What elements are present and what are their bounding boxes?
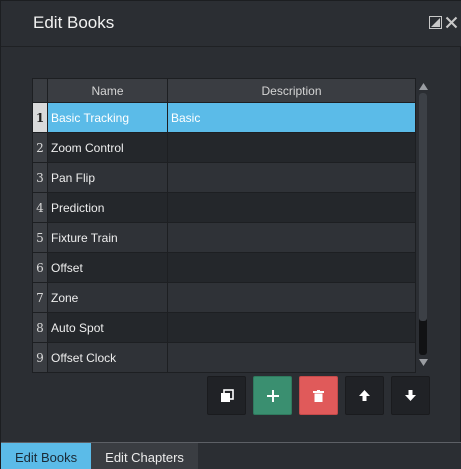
tab-edit-books[interactable]: Edit Books — [1, 443, 92, 469]
book-description-cell[interactable] — [167, 222, 416, 253]
row-index-cell[interactable]: 2 — [32, 132, 48, 163]
scrollbar-thumb[interactable] — [419, 93, 427, 321]
maximize-icon[interactable] — [429, 16, 442, 29]
book-name-cell[interactable]: Fixture Train — [47, 222, 168, 253]
table-row[interactable]: 4 Prediction — [32, 192, 416, 223]
books-table: Name Description 1 Basic Tracking Basic 2 Zo… — [32, 78, 416, 373]
tab-edit-chapters[interactable]: Edit Chapters — [91, 443, 198, 469]
books-toolbar — [207, 376, 430, 415]
plus-icon — [266, 389, 279, 402]
books-grid-panel: Name Description 1 Basic Tracking Basic 2 Zo… — [32, 78, 430, 373]
delete-book-button[interactable] — [299, 376, 338, 415]
edit-books-window: Edit Books Name Description 1 Basic Trac… — [0, 0, 461, 469]
row-index-cell[interactable]: 8 — [32, 312, 48, 343]
arrow-up-icon — [359, 390, 370, 401]
book-name-cell[interactable]: Basic Tracking — [47, 102, 168, 133]
add-book-button[interactable] — [253, 376, 292, 415]
vertical-scrollbar[interactable] — [416, 78, 430, 370]
table-row[interactable]: 9 Offset Clock — [32, 342, 416, 373]
copy-book-button[interactable] — [207, 376, 246, 415]
book-name-cell[interactable]: Auto Spot — [47, 312, 168, 343]
book-name-cell[interactable]: Pan Flip — [47, 162, 168, 193]
row-index-cell[interactable]: 6 — [32, 252, 48, 283]
scroll-down-icon[interactable] — [416, 356, 430, 368]
move-down-button[interactable] — [391, 376, 430, 415]
book-name-cell[interactable]: Prediction — [47, 192, 168, 223]
table-row[interactable]: 5 Fixture Train — [32, 222, 416, 253]
row-index-header — [32, 78, 48, 103]
copy-icon — [220, 388, 234, 402]
table-row[interactable]: 3 Pan Flip — [32, 162, 416, 193]
book-description-cell[interactable] — [167, 162, 416, 193]
book-name-cell[interactable]: Zoom Control — [47, 132, 168, 163]
book-description-cell[interactable]: Basic — [167, 102, 416, 133]
book-description-cell[interactable] — [167, 342, 416, 373]
book-description-cell[interactable] — [167, 252, 416, 283]
table-row[interactable]: 7 Zone — [32, 282, 416, 313]
row-index-cell[interactable]: 9 — [32, 342, 48, 373]
move-up-button[interactable] — [345, 376, 384, 415]
close-icon[interactable] — [445, 16, 458, 29]
column-header-description[interactable]: Description — [167, 78, 416, 103]
table-row[interactable]: 1 Basic Tracking Basic — [32, 102, 416, 133]
table-row[interactable]: 8 Auto Spot — [32, 312, 416, 343]
book-name-cell[interactable]: Offset — [47, 252, 168, 283]
trash-icon — [313, 389, 324, 402]
book-description-cell[interactable] — [167, 192, 416, 223]
book-description-cell[interactable] — [167, 312, 416, 343]
book-name-cell[interactable]: Offset Clock — [47, 342, 168, 373]
table-row[interactable]: 6 Offset — [32, 252, 416, 283]
row-index-cell[interactable]: 3 — [32, 162, 48, 193]
table-row[interactable]: 2 Zoom Control — [32, 132, 416, 163]
book-description-cell[interactable] — [167, 282, 416, 313]
row-index-cell[interactable]: 1 — [32, 102, 48, 133]
bottom-tab-bar: Edit Books Edit Chapters — [1, 442, 461, 469]
title-bar: Edit Books — [1, 1, 461, 47]
window-controls — [429, 16, 458, 29]
arrow-down-icon — [405, 390, 416, 401]
row-index-cell[interactable]: 5 — [32, 222, 48, 253]
column-header-name[interactable]: Name — [47, 78, 168, 103]
scroll-up-icon[interactable] — [416, 80, 430, 92]
book-description-cell[interactable] — [167, 132, 416, 163]
book-name-cell[interactable]: Zone — [47, 282, 168, 313]
table-header-row: Name Description — [32, 78, 416, 103]
row-index-cell[interactable]: 7 — [32, 282, 48, 313]
window-title: Edit Books — [33, 13, 115, 32]
row-index-cell[interactable]: 4 — [32, 192, 48, 223]
